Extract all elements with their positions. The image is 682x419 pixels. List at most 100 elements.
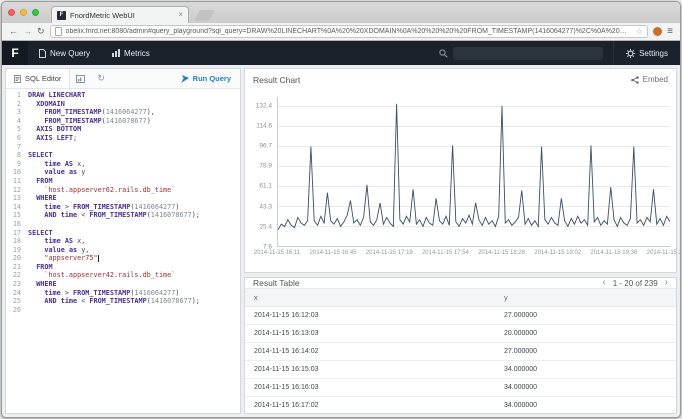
code-line[interactable]: 19 value as y, bbox=[6, 246, 240, 255]
table-row[interactable]: 2014-11-15 16:16:0334.000000 bbox=[245, 379, 676, 397]
run-query-button[interactable]: Run Query bbox=[172, 74, 240, 83]
code-line[interactable]: 18 time AS x, bbox=[6, 237, 240, 246]
code-line[interactable]: 21 FROM bbox=[6, 263, 240, 272]
code-text: time > FROM_TIMESTAMP(1416064277) bbox=[28, 203, 179, 212]
code-token: < bbox=[77, 297, 89, 305]
nav-new-query[interactable]: New Query bbox=[28, 41, 101, 65]
back-icon[interactable]: ← bbox=[9, 27, 18, 36]
code-text: FROM bbox=[28, 177, 53, 186]
refresh-icon[interactable]: ↻ bbox=[91, 73, 111, 84]
embed-button[interactable]: Embed bbox=[631, 75, 668, 84]
code-line[interactable]: 5 AXIS BOTTOM bbox=[6, 125, 240, 134]
address-bar[interactable]: obelix.fnrd.net:8080/admin#query_playgro… bbox=[50, 25, 649, 38]
code-token: time bbox=[44, 203, 60, 211]
code-line[interactable]: 7 bbox=[6, 143, 240, 152]
code-line[interactable]: 6 AXIS LEFT; bbox=[6, 134, 240, 143]
code-area[interactable]: 1DRAW LINECHART2 XDOMAIN3 FROM_TIMESTAMP… bbox=[6, 89, 240, 413]
code-token: > bbox=[61, 203, 73, 211]
code-line[interactable]: 11 FROM bbox=[6, 177, 240, 186]
code-token bbox=[28, 186, 44, 194]
code-line[interactable]: 2 XDOMAIN bbox=[6, 100, 240, 109]
tab-close-icon[interactable]: × bbox=[178, 11, 183, 19]
browser-tab-bar: F FnordMetric WebUI × bbox=[2, 2, 680, 23]
settings-button[interactable]: Settings bbox=[613, 41, 680, 65]
code-text: AND time < FROM_TIMESTAMP(1416078677); bbox=[28, 211, 200, 220]
code-line[interactable]: 23 WHERE bbox=[6, 280, 240, 289]
code-text: `host.appserver62.rails.db_time` bbox=[28, 186, 175, 195]
column-header-y[interactable]: y bbox=[495, 289, 676, 307]
search-input[interactable] bbox=[453, 47, 603, 60]
result-table-title: Result Table bbox=[253, 278, 300, 288]
forward-icon[interactable]: → bbox=[23, 27, 32, 36]
tab-sql-editor-label: SQL Editor bbox=[25, 74, 61, 83]
window-minimize-button[interactable] bbox=[20, 9, 27, 16]
table-row[interactable]: 2014-11-15 16:12:0327.000000 bbox=[245, 307, 676, 325]
gear-icon bbox=[626, 49, 635, 58]
pagination-range: 1 - 20 of 239 bbox=[613, 279, 658, 288]
code-line[interactable]: 3 FROM_TIMESTAMP(1416064277), bbox=[6, 108, 240, 117]
y-tick-label: 43.3 bbox=[259, 203, 272, 210]
code-line[interactable]: 12 `host.appserver62.rails.db_time` bbox=[6, 186, 240, 195]
code-token bbox=[28, 211, 44, 219]
code-token: `host.appserver42.rails.db_time` bbox=[44, 271, 175, 279]
code-line[interactable]: 4 FROM_TIMESTAMP(1416078677) bbox=[6, 117, 240, 126]
bookmark-star-icon[interactable]: ☆ bbox=[636, 27, 643, 36]
code-token bbox=[28, 203, 44, 211]
window-controls bbox=[8, 9, 39, 16]
table-row[interactable]: 2014-11-15 16:14:0227.000000 bbox=[245, 343, 676, 361]
code-line[interactable]: 26 bbox=[6, 306, 240, 315]
new-tab-button[interactable] bbox=[194, 10, 215, 21]
code-token: LINECHART bbox=[48, 91, 85, 99]
code-token: < bbox=[77, 211, 89, 219]
chart-view-icon[interactable] bbox=[70, 75, 91, 83]
code-token: WHERE bbox=[36, 194, 56, 202]
table-row[interactable]: 2014-11-15 16:17:0234.000000 bbox=[245, 397, 676, 415]
browser-tab[interactable]: F FnordMetric WebUI × bbox=[51, 6, 189, 23]
window-zoom-button[interactable] bbox=[32, 9, 39, 16]
line-number: 20 bbox=[6, 254, 28, 263]
code-token: XDOMAIN bbox=[36, 100, 65, 108]
app-logo[interactable]: F bbox=[2, 41, 28, 65]
table-row[interactable]: 2014-11-15 16:13:0320.000000 bbox=[245, 325, 676, 343]
editor-toolbar: SQL Editor ↻ Run Query bbox=[6, 69, 240, 89]
code-line[interactable]: 24 time > FROM_TIMESTAMP(1416064277) bbox=[6, 289, 240, 298]
code-line[interactable]: 10 value as y bbox=[6, 168, 240, 177]
code-token: y bbox=[77, 168, 85, 176]
url-text[interactable]: obelix.fnrd.net:8080/admin#query_playgro… bbox=[66, 28, 632, 35]
code-line[interactable]: 8SELECT bbox=[6, 151, 240, 160]
line-number: 9 bbox=[6, 160, 28, 169]
code-line[interactable]: 13 WHERE bbox=[6, 194, 240, 203]
page-icon bbox=[55, 27, 62, 36]
code-line[interactable]: 16 bbox=[6, 220, 240, 229]
code-line[interactable]: 14 time > FROM_TIMESTAMP(1416064277) bbox=[6, 203, 240, 212]
bar-chart-icon bbox=[112, 49, 120, 57]
run-icon bbox=[181, 75, 189, 83]
code-token: 1416064277 bbox=[106, 108, 147, 116]
next-page-icon[interactable]: › bbox=[665, 278, 668, 288]
extension-icon[interactable] bbox=[653, 27, 662, 36]
prev-page-icon[interactable]: ‹ bbox=[602, 278, 605, 288]
code-line[interactable]: 20 "appserver75" bbox=[6, 254, 240, 263]
code-token: 1416078677 bbox=[106, 117, 147, 125]
nav-metrics[interactable]: Metrics bbox=[101, 41, 161, 65]
window-close-button[interactable] bbox=[8, 9, 15, 16]
reload-icon[interactable]: ↻ bbox=[37, 27, 45, 36]
table-row[interactable]: 2014-11-15 16:15:0334.000000 bbox=[245, 361, 676, 379]
cell-y: 34.000000 bbox=[495, 361, 676, 379]
code-token: WHERE bbox=[36, 280, 56, 288]
code-token: y, bbox=[77, 246, 89, 254]
share-icon bbox=[631, 76, 639, 84]
result-table-panel: Result Table ‹ 1 - 20 of 239 › x y bbox=[244, 277, 677, 414]
browser-menu-icon[interactable]: ≡ bbox=[667, 27, 673, 37]
header-search bbox=[439, 47, 603, 60]
cell-x: 2014-11-15 16:12:03 bbox=[245, 307, 495, 325]
code-line[interactable]: 9 time AS x, bbox=[6, 160, 240, 169]
code-line[interactable]: 22 `host.appserver42.rails.db_time` bbox=[6, 271, 240, 280]
code-line[interactable]: 17SELECT bbox=[6, 229, 240, 238]
code-line[interactable]: 15 AND time < FROM_TIMESTAMP(1416078677)… bbox=[6, 211, 240, 220]
y-tick-label: 132.4 bbox=[256, 102, 272, 109]
tab-sql-editor[interactable]: SQL Editor bbox=[6, 69, 70, 88]
code-line[interactable]: 1DRAW LINECHART bbox=[6, 91, 240, 100]
column-header-x[interactable]: x bbox=[245, 289, 495, 307]
code-line[interactable]: 25 AND time < FROM_TIMESTAMP(1416078677)… bbox=[6, 297, 240, 306]
